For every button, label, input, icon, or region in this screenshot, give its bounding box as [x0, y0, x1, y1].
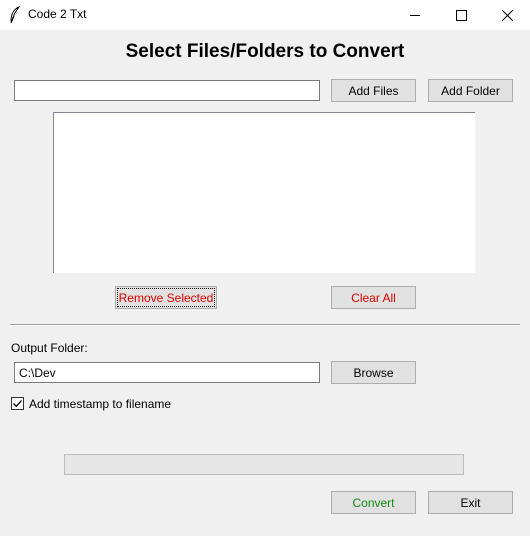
minimize-icon: [409, 14, 420, 16]
checkmark-icon: [13, 400, 22, 408]
progress-bar: [64, 454, 464, 475]
add-folder-button[interactable]: Add Folder: [428, 79, 513, 102]
add-files-button[interactable]: Add Files: [331, 79, 416, 102]
output-folder-input[interactable]: C:\Dev: [14, 362, 320, 383]
close-icon: [501, 9, 513, 21]
minimize-button[interactable]: [392, 0, 438, 30]
convert-button[interactable]: Convert: [331, 491, 416, 514]
browse-button[interactable]: Browse: [331, 361, 416, 384]
path-input[interactable]: [14, 80, 320, 101]
feather-icon: [10, 6, 21, 24]
remove-selected-button[interactable]: Remove Selected: [115, 286, 217, 309]
maximize-button[interactable]: [438, 0, 484, 30]
separator: [10, 324, 520, 326]
output-folder-label: Output Folder:: [11, 341, 88, 355]
clear-all-button[interactable]: Clear All: [331, 286, 416, 309]
timestamp-checkbox[interactable]: [11, 397, 24, 410]
title-bar: Code 2 Txt: [0, 0, 530, 30]
exit-button[interactable]: Exit: [428, 491, 513, 514]
file-listbox[interactable]: [53, 112, 475, 273]
window-title: Code 2 Txt: [28, 7, 87, 21]
maximize-icon: [455, 9, 467, 21]
close-button[interactable]: [484, 0, 530, 30]
timestamp-label[interactable]: Add timestamp to filename: [29, 397, 171, 411]
page-title: Select Files/Folders to Convert: [125, 41, 405, 62]
